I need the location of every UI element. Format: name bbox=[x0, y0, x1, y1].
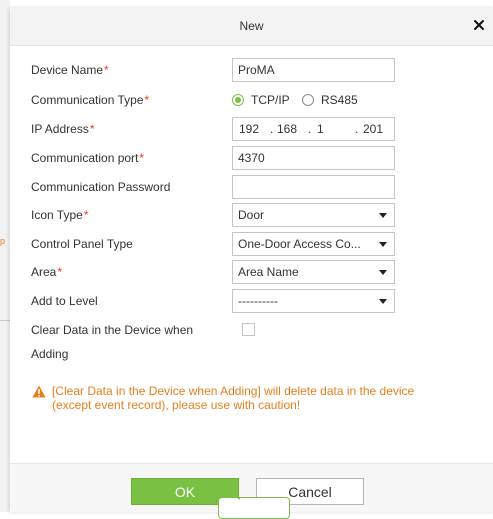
clear-data-label-line2: Adding bbox=[31, 347, 69, 361]
communication-port-input[interactable] bbox=[232, 146, 395, 170]
radio-tcpip-circle[interactable] bbox=[232, 94, 244, 106]
chevron-down-icon bbox=[379, 299, 387, 304]
area-select[interactable]: Area Name bbox=[232, 260, 395, 284]
area-label: Area* bbox=[31, 265, 63, 279]
warning-text: [Clear Data in the Device when Adding] w… bbox=[52, 384, 414, 412]
required-marker: * bbox=[139, 151, 145, 165]
icon-type-label: Icon Type* bbox=[31, 208, 89, 222]
device-name-label: Device Name* bbox=[31, 63, 109, 77]
communication-type-row: Communication Type* TCP/IP RS485 bbox=[31, 87, 491, 113]
area-row: Area* Area Name bbox=[31, 259, 491, 285]
add-to-level-label: Add to Level bbox=[31, 294, 98, 308]
radio-tcpip-label: TCP/IP bbox=[251, 93, 290, 107]
area-value: Area Name bbox=[238, 265, 299, 279]
radio-rs485-circle[interactable] bbox=[302, 94, 314, 106]
communication-type-label: Communication Type* bbox=[31, 93, 150, 107]
radio-rs485[interactable]: RS485 bbox=[302, 92, 358, 108]
control-panel-type-label: Control Panel Type bbox=[31, 237, 133, 251]
add-to-level-row: Add to Level ---------- bbox=[31, 288, 491, 314]
dialog-title: New bbox=[239, 19, 264, 33]
control-panel-type-select[interactable]: One-Door Access Co... bbox=[232, 232, 395, 256]
control-panel-type-value: One-Door Access Co... bbox=[238, 237, 361, 251]
required-marker: * bbox=[57, 265, 63, 279]
icon-type-value: Door bbox=[238, 208, 265, 222]
ip-octet-1[interactable]: 192 bbox=[239, 118, 259, 140]
device-name-row: Device Name* bbox=[31, 57, 491, 83]
clear-data-row: Clear Data in the Device when bbox=[31, 317, 491, 343]
ip-address-row: IP Address* 192 . 168 . 1 . 201 bbox=[31, 116, 491, 142]
chevron-down-icon bbox=[379, 213, 387, 218]
background-page bbox=[0, 0, 10, 512]
ip-octet-2[interactable]: 168 bbox=[277, 118, 297, 140]
icon-type-row: Icon Type* Door bbox=[31, 202, 491, 228]
warning-icon bbox=[32, 385, 46, 398]
radio-tcpip[interactable]: TCP/IP bbox=[232, 92, 290, 108]
ip-dot: . bbox=[355, 122, 359, 136]
close-icon[interactable] bbox=[471, 17, 487, 33]
ip-dot: . bbox=[270, 122, 274, 136]
required-marker: * bbox=[104, 63, 109, 77]
ip-octet-4[interactable]: 201 bbox=[363, 118, 383, 140]
chevron-down-icon bbox=[379, 270, 387, 275]
add-to-level-select[interactable]: ---------- bbox=[232, 289, 395, 313]
communication-password-input[interactable] bbox=[232, 175, 395, 199]
radio-rs485-label: RS485 bbox=[321, 93, 358, 107]
communication-password-label: Communication Password bbox=[31, 180, 171, 194]
new-device-dialog: New Device Name* Communication Type* TCP… bbox=[10, 8, 493, 512]
control-panel-type-row: Control Panel Type One-Door Access Co... bbox=[31, 231, 491, 257]
ip-address-label: IP Address* bbox=[31, 122, 95, 136]
warning-text-line1: [Clear Data in the Device when Adding] w… bbox=[52, 384, 415, 398]
background-text-snippet: p bbox=[0, 236, 6, 246]
icon-type-select[interactable]: Door bbox=[232, 203, 395, 227]
dialog-header: New bbox=[10, 8, 493, 46]
chevron-down-icon bbox=[379, 242, 387, 247]
clear-data-label: Clear Data in the Device when bbox=[31, 323, 194, 337]
warning-text-line2: (except event record), please use with c… bbox=[52, 398, 301, 412]
ip-octet-3[interactable]: 1 bbox=[317, 118, 324, 140]
required-marker: * bbox=[83, 208, 89, 222]
ip-dot: . bbox=[308, 122, 312, 136]
add-to-level-value: ---------- bbox=[238, 294, 278, 308]
clear-data-row-cont: Adding bbox=[31, 341, 491, 367]
background-divider bbox=[0, 320, 10, 321]
clear-data-checkbox[interactable] bbox=[242, 323, 255, 336]
device-name-input[interactable] bbox=[232, 58, 395, 82]
annotation-pointer bbox=[223, 488, 241, 500]
ip-address-input[interactable]: 192 . 168 . 1 . 201 bbox=[232, 117, 395, 141]
required-marker: * bbox=[144, 93, 150, 107]
communication-password-row: Communication Password bbox=[31, 174, 491, 200]
communication-port-label: Communication port* bbox=[31, 151, 145, 165]
required-marker: * bbox=[89, 122, 95, 136]
warning-message: [Clear Data in the Device when Adding] w… bbox=[32, 384, 477, 412]
communication-port-row: Communication port* bbox=[31, 145, 491, 171]
